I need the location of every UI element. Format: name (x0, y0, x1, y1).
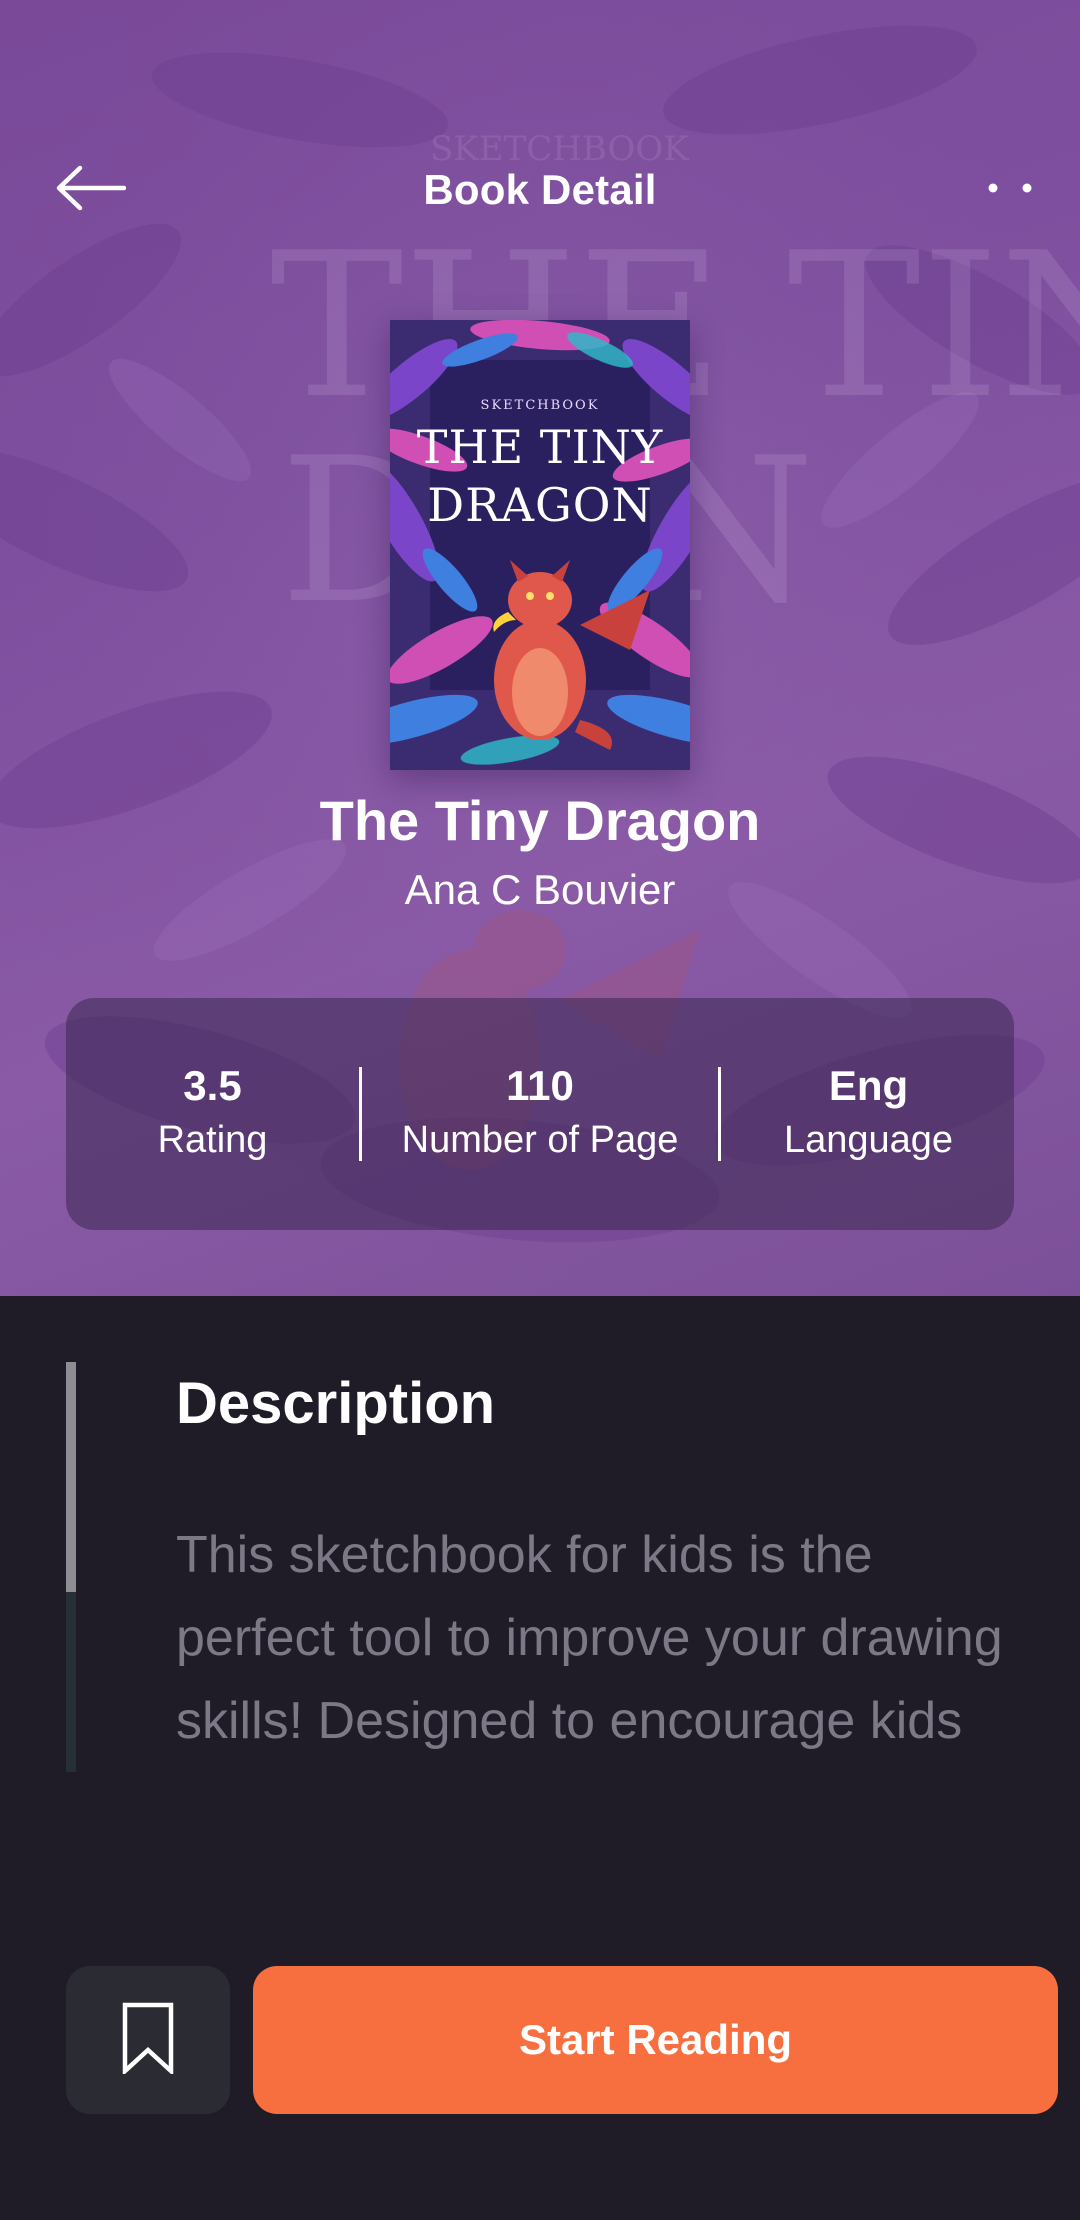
stat-label: Rating (157, 1119, 268, 1161)
hero-header: THE TINY D N SKETCHBOOK Book Detail (0, 0, 1080, 1296)
cover-title: The Tiny Dragon (410, 418, 670, 534)
stat-value: 110 (506, 1062, 574, 1109)
book-stats-card: 3.5 Rating 110 Number of Page Eng Langua… (66, 998, 1014, 1230)
book-cover[interactable]: SKETCHBOOK The Tiny Dragon (390, 320, 690, 770)
cover-series-label: SKETCHBOOK (480, 398, 600, 413)
stat-value: Eng (828, 1062, 909, 1109)
top-bar: Book Detail (0, 140, 1080, 240)
bottom-action-bar: Start Reading (0, 1966, 1080, 2116)
cover-title-line: The Tiny (416, 420, 664, 474)
start-reading-button[interactable]: Start Reading (253, 1966, 1058, 2114)
stat-label: Language (783, 1119, 954, 1161)
page-title: Book Detail (423, 166, 657, 213)
stat-language: Eng Language (721, 1060, 1016, 1168)
description-heading: Description (176, 1371, 496, 1436)
description-text: This sketchbook for kids is the perfect … (176, 1526, 1003, 1750)
description-scroll-area[interactable]: This sketchbook for kids is the perfect … (176, 1514, 1016, 1772)
stat-value: 3.5 (183, 1062, 242, 1109)
stat-label: Number of Page (401, 1119, 679, 1161)
book-author: Ana C Bouvier (404, 866, 676, 913)
description-scrollbar-thumb[interactable] (66, 1362, 76, 1592)
more-dots-icon (985, 181, 1035, 200)
cover-title-line: Dragon (427, 478, 653, 532)
bookmark-icon (122, 2002, 174, 2079)
bookmark-button[interactable] (66, 1966, 230, 2114)
more-button[interactable] (960, 160, 1060, 220)
book-detail-screen: THE TINY D N SKETCHBOOK Book Detail (0, 0, 1080, 2220)
stat-rating: 3.5 Rating (66, 1060, 359, 1168)
stat-pages: 110 Number of Page (362, 1060, 718, 1168)
book-title: The Tiny Dragon (319, 789, 761, 852)
cover-illustration (390, 320, 690, 770)
